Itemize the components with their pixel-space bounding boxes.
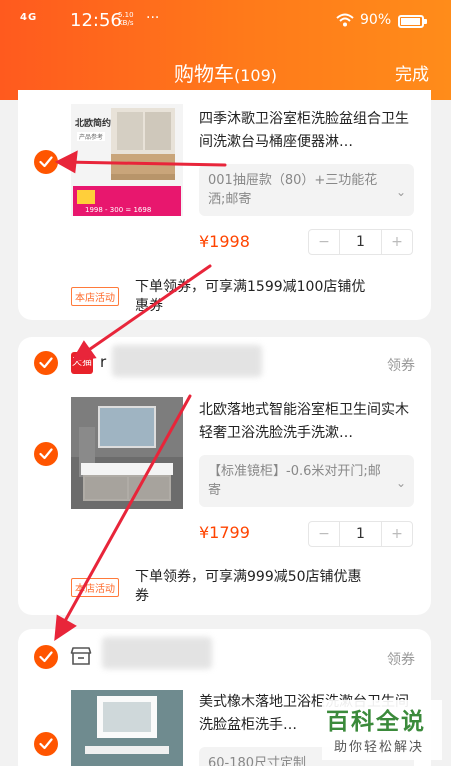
network-speed-unit: KB/s — [118, 19, 134, 27]
page-title-text: 购物车 — [173, 62, 234, 86]
store-name-redaction — [112, 345, 262, 377]
product-image[interactable] — [71, 690, 183, 766]
item-checkbox[interactable] — [34, 150, 58, 174]
watermark-subtitle: 助你轻松解决 — [334, 740, 425, 755]
network-speed-value: 5.10 — [118, 11, 134, 19]
battery-icon — [398, 15, 427, 28]
chevron-down-icon: ⌄ — [395, 185, 406, 199]
increase-button[interactable]: + — [382, 522, 412, 546]
quantity-stepper: − 1 + — [308, 229, 413, 255]
store-name[interactable]: r — [100, 353, 106, 371]
coupon-button[interactable]: 领券 — [387, 355, 415, 375]
sku-selector[interactable]: 001抽屉款（80）+三功能花洒;邮寄 ⌄ — [199, 164, 414, 216]
promo-tag: 本店活动 — [71, 578, 119, 597]
done-button[interactable]: 完成 — [395, 60, 429, 85]
decrease-button[interactable]: − — [309, 522, 339, 546]
quantity-value[interactable]: 1 — [339, 522, 382, 546]
battery-level: 90% — [360, 12, 392, 28]
sku-text: 60-180尺寸定制 — [208, 756, 307, 766]
quantity-value[interactable]: 1 — [339, 230, 382, 254]
page-title: 购物车(109) — [0, 58, 451, 87]
check-icon — [39, 738, 53, 750]
decrease-button[interactable]: − — [309, 230, 339, 254]
wifi-icon — [336, 12, 354, 31]
increase-button[interactable]: + — [382, 230, 412, 254]
product-title[interactable]: 北欧落地式智能浴室柜卫生间实木轻奢卫浴洗脸洗手洗漱… — [199, 399, 414, 445]
tmall-icon: 天猫 — [71, 352, 93, 374]
store-icon — [70, 645, 92, 667]
network-speed: 5.10 KB/s — [118, 11, 134, 27]
quantity-stepper: − 1 + — [308, 521, 413, 547]
cart-count: (109) — [233, 66, 278, 85]
check-icon — [39, 651, 53, 663]
watermark: 百科全说 助你轻松解决 — [322, 700, 442, 760]
chevron-down-icon: ⌄ — [395, 476, 406, 490]
item-checkbox[interactable] — [34, 732, 58, 756]
sku-text: 001抽屉款（80）+三功能花洒;邮寄 — [208, 173, 378, 207]
product-price: ¥1998 — [199, 232, 250, 251]
thumb-brand: 北欧简约 — [75, 119, 112, 129]
item-checkbox[interactable] — [34, 442, 58, 466]
product-image[interactable] — [71, 397, 183, 509]
check-icon — [39, 156, 53, 168]
product-image[interactable]: 北欧简约 产品参考 1998 - 300 = 1698 — [71, 104, 183, 216]
thumb-banner: 1998 - 300 = 1698 — [85, 206, 152, 214]
product-title[interactable]: 四季沐歌卫浴室柜洗脸盆组合卫生间洗漱台马桶座便器淋… — [199, 108, 414, 154]
app-header: 4G 12:56 5.10 KB/s ··· 90% 购物车(109) 完成 — [0, 0, 451, 100]
shop-card: 北欧简约 产品参考 1998 - 300 = 1698 四季沐歌卫浴室柜洗脸盆组… — [18, 90, 431, 320]
promo-text[interactable]: 下单领券，可享满999减50店铺优惠券 — [135, 568, 375, 606]
signal-indicator: 4G — [20, 12, 38, 23]
shop-checkbox[interactable] — [34, 645, 58, 669]
promo-text[interactable]: 下单领券，可享满1599减100店铺优惠券 — [135, 278, 375, 316]
sku-text: 【标准镜柜】-0.6米对开门;邮寄 — [208, 464, 381, 498]
thumb-sub: 产品参考 — [77, 132, 106, 141]
shop-checkbox[interactable] — [34, 351, 58, 375]
more-notifications-icon: ··· — [146, 10, 160, 26]
status-time: 12:56 — [70, 10, 122, 31]
status-bar: 4G 12:56 5.10 KB/s ··· 90% — [0, 0, 451, 44]
check-icon — [39, 357, 53, 369]
coupon-button[interactable]: 领券 — [387, 649, 415, 669]
sku-selector[interactable]: 【标准镜柜】-0.6米对开门;邮寄 ⌄ — [199, 455, 414, 507]
watermark-title: 百科全说 — [326, 709, 426, 735]
promo-tag: 本店活动 — [71, 287, 119, 306]
check-icon — [39, 448, 53, 460]
shop-card: 天猫 r 领券 北欧落地式智能浴室柜卫生间实木轻奢卫浴洗脸洗手洗漱… 【标准镜柜… — [18, 337, 431, 615]
store-name-redaction — [102, 637, 212, 669]
product-price: ¥1799 — [199, 523, 250, 542]
